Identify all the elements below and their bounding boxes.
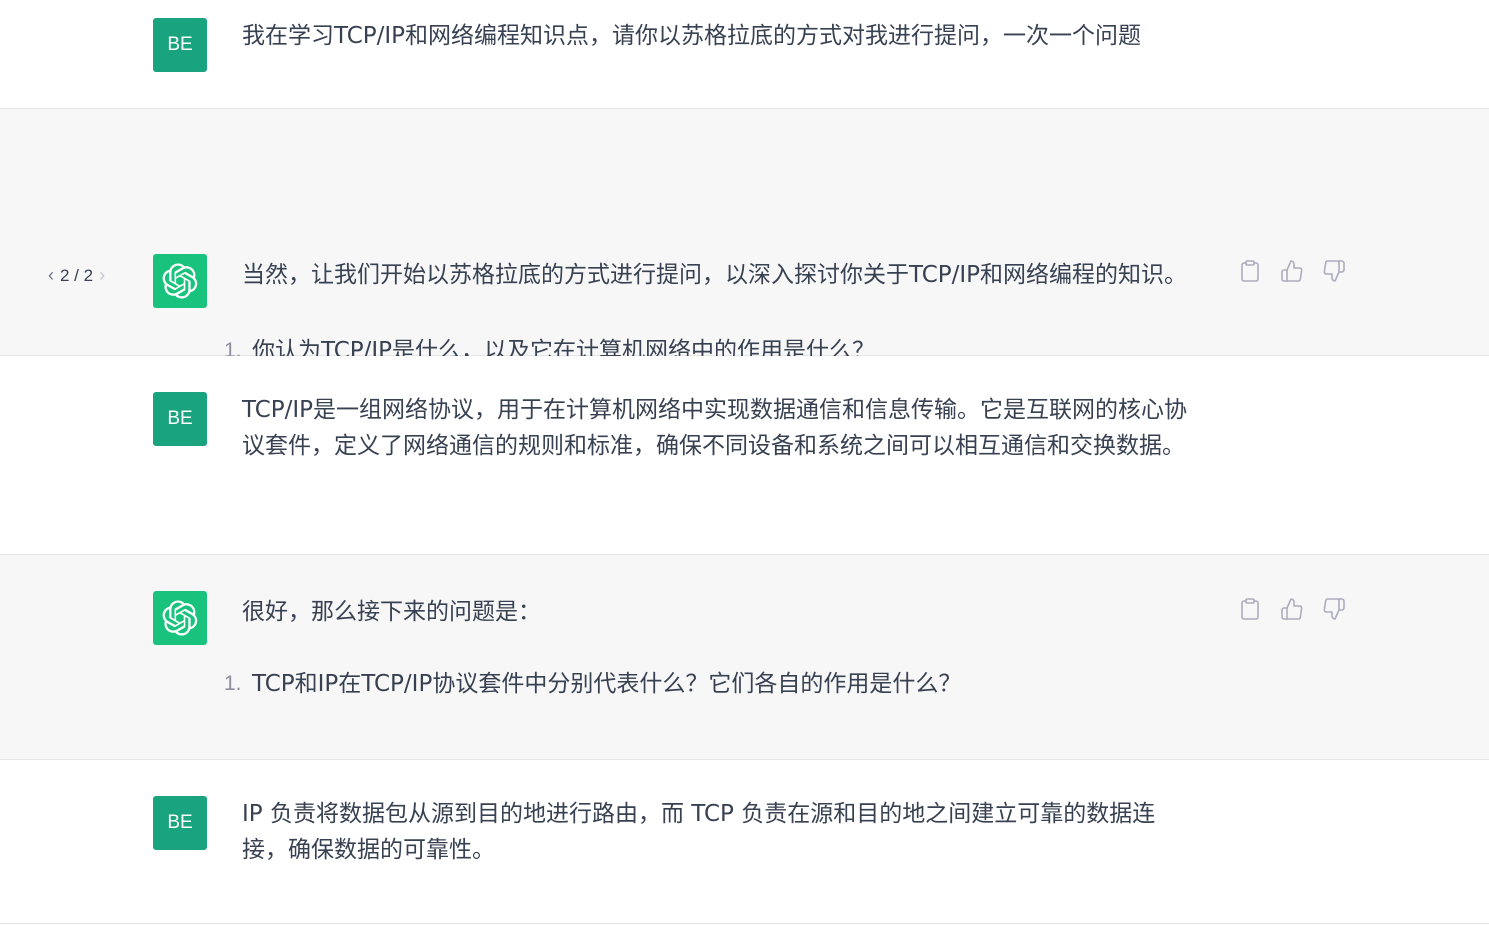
user-avatar: BE — [153, 796, 207, 850]
list-item-text: TCP和IP在TCP/IP协议套件中分别代表什么？它们各自的作用是什么？ — [252, 671, 962, 697]
conversation-thread: BE 我在学习TCP/IP和网络编程知识点，请你以苏格拉底的方式对我进行提问，一… — [0, 0, 1489, 924]
pager-label: 2 / 2 — [60, 265, 94, 285]
message-text: 很好，那么接下来的问题是： 1. TCP和IP在TCP/IP协议套件中分别代表什… — [224, 594, 1207, 702]
copy-button[interactable] — [1238, 597, 1262, 621]
message-text: 当然，让我们开始以苏格拉底的方式进行提问，以深入探讨你关于TCP/IP和网络编程… — [224, 257, 1202, 369]
thumbs-down-icon — [1323, 598, 1345, 620]
assistant-avatar — [153, 254, 207, 308]
dislike-button[interactable] — [1322, 597, 1346, 621]
user-message: BE 我在学习TCP/IP和网络编程知识点，请你以苏格拉底的方式对我进行提问，一… — [0, 0, 1489, 109]
clipboard-icon — [1241, 598, 1259, 620]
message-actions — [1238, 597, 1346, 621]
like-button[interactable] — [1280, 597, 1304, 621]
message-paragraph: IP 负责将数据包从源到目的地进行路由，而 TCP 负责在源和目的地之间建立可靠… — [242, 801, 1156, 863]
thumbs-up-icon — [1281, 598, 1303, 620]
message-text: 我在学习TCP/IP和网络编程知识点，请你以苏格拉底的方式对我进行提问，一次一个… — [242, 18, 1207, 54]
dislike-button[interactable] — [1322, 259, 1346, 283]
message-text: IP 负责将数据包从源到目的地进行路由，而 TCP 负责在源和目的地之间建立可靠… — [242, 796, 1192, 868]
user-message: BE IP 负责将数据包从源到目的地进行路由，而 TCP 负责在源和目的地之间建… — [0, 760, 1489, 924]
copy-button[interactable] — [1238, 259, 1262, 283]
openai-logo-icon — [162, 600, 198, 636]
assistant-message: 很好，那么接下来的问题是： 1. TCP和IP在TCP/IP协议套件中分别代表什… — [0, 555, 1489, 760]
user-avatar: BE — [153, 18, 207, 72]
clipboard-icon — [1241, 260, 1259, 282]
thumbs-down-icon — [1323, 260, 1345, 282]
user-avatar: BE — [153, 392, 207, 446]
chevron-right-icon[interactable]: › — [99, 265, 105, 286]
assistant-avatar — [153, 591, 207, 645]
openai-logo-icon — [162, 263, 198, 299]
message-paragraph: 很好，那么接下来的问题是： — [242, 599, 541, 625]
message-paragraph: TCP/IP是一组网络协议，用于在计算机网络中实现数据通信和信息传输。它是互联网… — [242, 397, 1188, 459]
numbered-list: 1. TCP和IP在TCP/IP协议套件中分别代表什么？它们各自的作用是什么？ — [224, 666, 1207, 702]
list-number: 1. — [224, 672, 242, 695]
list-item: 1. TCP和IP在TCP/IP协议套件中分别代表什么？它们各自的作用是什么？ — [224, 666, 1207, 702]
assistant-message: ‹ 2 / 2 › 当然，让我们开始以苏格拉底的方式进行提问，以深入探讨你关于T… — [0, 109, 1489, 364]
user-message: BE TCP/IP是一组网络协议，用于在计算机网络中实现数据通信和信息传输。它是… — [0, 356, 1489, 555]
chevron-left-icon[interactable]: ‹ — [48, 265, 54, 286]
like-button[interactable] — [1280, 259, 1304, 283]
message-text: TCP/IP是一组网络协议，用于在计算机网络中实现数据通信和信息传输。它是互联网… — [242, 392, 1207, 464]
response-pager: ‹ 2 / 2 › — [48, 265, 105, 286]
message-paragraph: 当然，让我们开始以苏格拉底的方式进行提问，以深入探讨你关于TCP/IP和网络编程… — [242, 262, 1188, 288]
message-actions — [1238, 259, 1346, 283]
message-paragraph: 我在学习TCP/IP和网络编程知识点，请你以苏格拉底的方式对我进行提问，一次一个… — [242, 23, 1142, 49]
thumbs-up-icon — [1281, 260, 1303, 282]
